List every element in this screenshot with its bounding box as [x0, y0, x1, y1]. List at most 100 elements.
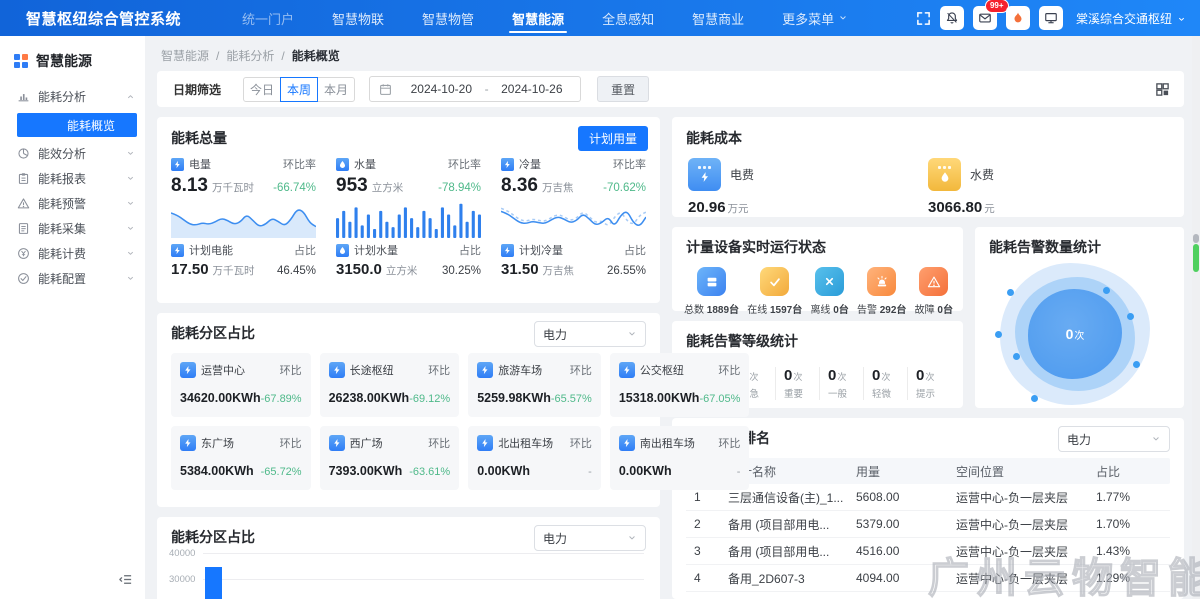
breadcrumb-current: 能耗概览 — [292, 47, 340, 64]
message-button[interactable]: 99+ — [973, 6, 997, 30]
water-meter-icon — [336, 158, 349, 171]
card-title: 能耗成本 — [686, 130, 742, 146]
partition-tile-operations-center: 运营中心环比 34620.00KWh-67.89% — [171, 353, 311, 417]
scrollbar-thumb[interactable] — [1193, 244, 1199, 272]
bar-operations-center[interactable] — [205, 567, 222, 599]
partition-tile-longdistance-hub: 长途枢纽环比 26238.00KWh-69.12% — [320, 353, 460, 417]
more-menu-label: 更多菜单 — [782, 9, 834, 28]
table-row[interactable]: 4备用_2D607-3 4094.00运营中心-负一层夹层 1.29% — [686, 565, 1170, 592]
date-range-input[interactable]: 2024-10-20 - 2024-10-26 — [369, 76, 581, 102]
sidebar-subitem-energy-overview[interactable]: 能耗概览 — [17, 113, 137, 137]
nav-item-more-menu[interactable]: 更多菜单 — [763, 0, 867, 36]
mail-icon — [978, 11, 992, 25]
chevron-down-icon — [1151, 434, 1161, 444]
scatter-dot — [1007, 289, 1014, 296]
ranking-energy-select[interactable]: 电力 — [1058, 426, 1170, 452]
alarm-count-card: 能耗告警数量统计 0 次 — [975, 227, 1184, 408]
water-trend-chart — [336, 200, 481, 238]
filter-month-button[interactable]: 本月 — [317, 77, 355, 102]
partition-tile-south-taxi: 南出租车场环比 0.00KWh- — [610, 426, 750, 490]
chevron-down-icon — [126, 224, 135, 233]
sidebar-item-energy-analysis[interactable]: 能耗分析 — [0, 84, 145, 109]
nav-item-unified-portal[interactable]: 统一门户 — [223, 0, 313, 36]
cooling-meter-icon — [501, 158, 514, 171]
cooling-trend-chart — [501, 200, 646, 238]
filter-today-button[interactable]: 今日 — [243, 77, 281, 102]
scrollbar-track[interactable] — [1192, 36, 1200, 599]
site-selector[interactable]: 棠溪综合交通枢纽 — [1076, 10, 1186, 27]
electric-meter-icon — [619, 362, 635, 378]
date-end-value: 2024-10-26 — [493, 82, 572, 96]
metric-cooling: 冷量 环比率 8.36 万吉焦 -70.62% — [501, 152, 646, 238]
ranking-table: 序号 表计名称 用量 空间位置 占比 1三层通信设备(主)_1... 5608.… — [686, 458, 1170, 592]
notification-mute-button[interactable] — [940, 6, 964, 30]
sidebar-item-energy-report[interactable]: 能耗报表 — [0, 166, 145, 191]
card-title: 能耗总量 — [171, 130, 227, 146]
sidebar-item-energy-billing[interactable]: 能耗计费 — [0, 241, 145, 266]
alarm-level-general: 0次 一般 — [819, 367, 863, 400]
navbar-actions: 99+ 棠溪综合交通枢纽 — [916, 6, 1186, 30]
chevron-up-icon — [126, 92, 135, 101]
electric-meter-icon — [329, 362, 345, 378]
device-stat-total: 总数 1889台 — [684, 267, 739, 316]
warning-triangle-icon — [17, 197, 30, 210]
sidebar-collapse-button[interactable] — [118, 572, 133, 587]
alarm-level-hint: 0次 提示 — [907, 367, 951, 400]
chevron-down-icon — [126, 199, 135, 208]
partition-bar-chart-card: 能耗分区占比 电力 40000 30000 — [157, 517, 660, 599]
cross-icon — [815, 267, 844, 296]
siren-icon — [867, 267, 896, 296]
nav-item-smart-iot[interactable]: 智慧物联 — [313, 0, 403, 36]
metric-electricity: 电量 环比率 8.13 万千瓦时 -66.74% — [171, 152, 316, 238]
nav-item-smart-business[interactable]: 智慧商业 — [673, 0, 763, 36]
reset-button[interactable]: 重置 — [597, 76, 649, 102]
breadcrumb-item[interactable]: 能耗分析 — [226, 47, 274, 64]
table-row[interactable]: 3备用 (项目部用电... 4516.00运营中心-负一层夹层 1.43% — [686, 538, 1170, 565]
top-navbar: 智慧枢纽综合管控系统 统一门户 智慧物联 智慧物管 智慧能源 全息感知 智慧商业… — [0, 0, 1200, 36]
sidebar-item-energy-warning[interactable]: 能耗预警 — [0, 191, 145, 216]
chart-energy-select[interactable]: 电力 — [534, 525, 646, 551]
energy-total-card: 能耗总量 计划用量 电量 环比率 8.13 万千瓦时 -66.74% — [157, 117, 660, 303]
alarm-button[interactable] — [1006, 6, 1030, 30]
nav-item-holographic[interactable]: 全息感知 — [583, 0, 673, 36]
electric-meter-icon — [619, 435, 635, 451]
card-title: 能耗告警数量统计 — [989, 239, 1101, 255]
table-row[interactable]: 2备用 (项目部用电... 5379.00运营中心-负一层夹层 1.70% — [686, 511, 1170, 538]
scatter-dot — [995, 331, 1002, 338]
sidebar-item-energy-collection[interactable]: 能耗采集 — [0, 216, 145, 241]
partition-energy-select[interactable]: 电力 — [534, 321, 646, 347]
sidebar-item-energy-config[interactable]: 能耗配置 — [0, 266, 145, 291]
scatter-dot — [1103, 287, 1110, 294]
layout-grid-icon[interactable] — [1155, 82, 1170, 97]
monitor-button[interactable] — [1039, 6, 1063, 30]
plan-electric-icon — [171, 244, 184, 257]
sidebar-module-header: 智慧能源 — [0, 36, 145, 84]
device-stat-alarm: 告警 292台 — [857, 267, 906, 316]
site-name: 棠溪综合交通枢纽 — [1076, 10, 1172, 27]
partition-share-card: 能耗分区占比 电力 运营中心环比 34620.00KWh-67.89% 长途枢纽… — [157, 313, 660, 507]
plan-electricity: 计划电能 占比 17.50 万千瓦时 46.45% — [171, 238, 316, 278]
partition-tile-bus-hub: 公交枢纽环比 15318.00KWh-67.05% — [610, 353, 750, 417]
y-tick-label: 40000 — [169, 548, 195, 559]
scrollbar-cap — [1193, 234, 1199, 243]
nav-item-smart-property[interactable]: 智慧物管 — [403, 0, 493, 36]
pie-chart-icon — [17, 147, 30, 160]
sidebar-item-efficiency-analysis[interactable]: 能效分析 — [0, 141, 145, 166]
nav-item-smart-energy[interactable]: 智慧能源 — [493, 0, 583, 36]
metric-water: 水量 环比率 953 立方米 -78.94% — [336, 152, 481, 238]
electric-meter-icon — [180, 362, 196, 378]
fullscreen-icon[interactable] — [916, 11, 931, 26]
breadcrumb-separator: / — [281, 49, 284, 63]
date-start-value: 2024-10-20 — [402, 82, 481, 96]
electric-meter-icon — [171, 158, 184, 171]
breadcrumb-item[interactable]: 智慧能源 — [161, 47, 209, 64]
device-stat-fault: 故障 0台 — [915, 267, 953, 316]
filter-week-button[interactable]: 本周 — [280, 77, 318, 102]
app: 智慧枢纽综合管控系统 统一门户 智慧物联 智慧物管 智慧能源 全息感知 智慧商业… — [0, 0, 1200, 599]
plan-cooling-icon — [501, 244, 514, 257]
partition-tile-west-square: 西广场环比 7393.00KWh-63.61% — [320, 426, 460, 490]
alarm-level-minor: 0次 轻微 — [863, 367, 907, 400]
table-row[interactable]: 1三层通信设备(主)_1... 5608.00运营中心-负一层夹层 1.77% — [686, 484, 1170, 511]
plan-usage-button[interactable]: 计划用量 — [578, 126, 648, 151]
check-circle-icon — [17, 272, 30, 285]
